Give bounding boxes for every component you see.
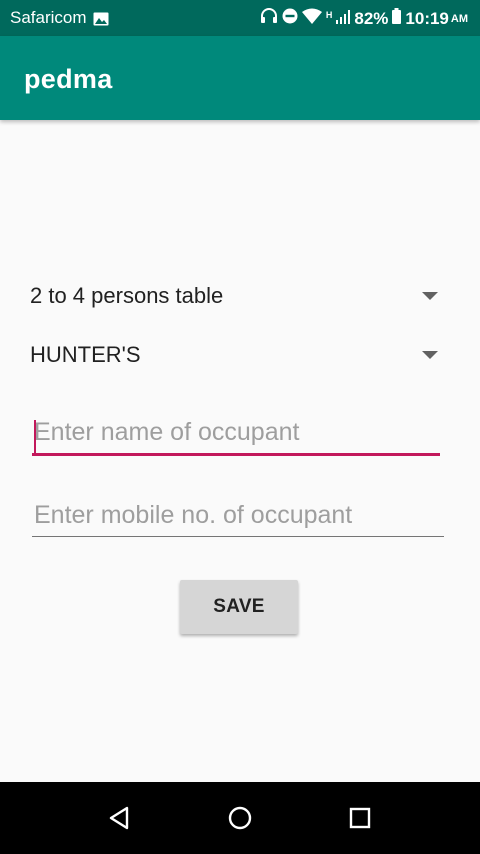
headphones-icon [260, 8, 278, 29]
signal-icon [336, 9, 351, 29]
status-right: H 82% 10:19 AM [256, 8, 468, 29]
mobile-field-underline [32, 536, 444, 537]
venue-selected: HUNTER'S [30, 342, 141, 367]
carrier-name: Safaricom [10, 8, 87, 27]
occupant-mobile-input[interactable] [32, 501, 444, 536]
venue-spinner[interactable]: HUNTER'S [30, 335, 448, 375]
wifi-icon [301, 8, 322, 29]
image-icon [93, 11, 109, 26]
dropdown-arrow-icon [422, 351, 438, 359]
status-bar: Safaricom H 82% 10:19 AM [0, 0, 480, 36]
dropdown-arrow-icon [422, 292, 438, 300]
clock-ampm: AM [450, 12, 468, 25]
do-not-disturb-icon [282, 8, 298, 29]
app-bar: pedma [0, 36, 480, 120]
navigation-bar [0, 782, 480, 854]
occupant-mobile-field[interactable] [32, 501, 444, 537]
save-button[interactable]: SAVE [180, 580, 298, 634]
table-size-spinner[interactable]: 2 to 4 persons table [30, 276, 448, 316]
status-left: Safaricom [10, 8, 109, 28]
occupant-name-field[interactable] [32, 418, 444, 456]
battery-icon [392, 8, 402, 29]
recents-icon[interactable] [346, 804, 374, 832]
occupant-name-input[interactable] [32, 418, 444, 453]
home-icon[interactable] [226, 804, 254, 832]
network-type: H [325, 9, 333, 20]
clock-time: 10:19 [405, 8, 449, 28]
app-title: pedma [24, 64, 113, 94]
back-icon[interactable] [106, 804, 134, 832]
table-size-selected: 2 to 4 persons table [30, 283, 224, 308]
name-field-underline [32, 453, 440, 456]
battery-percent: 82% [354, 8, 389, 28]
text-cursor [34, 420, 36, 454]
